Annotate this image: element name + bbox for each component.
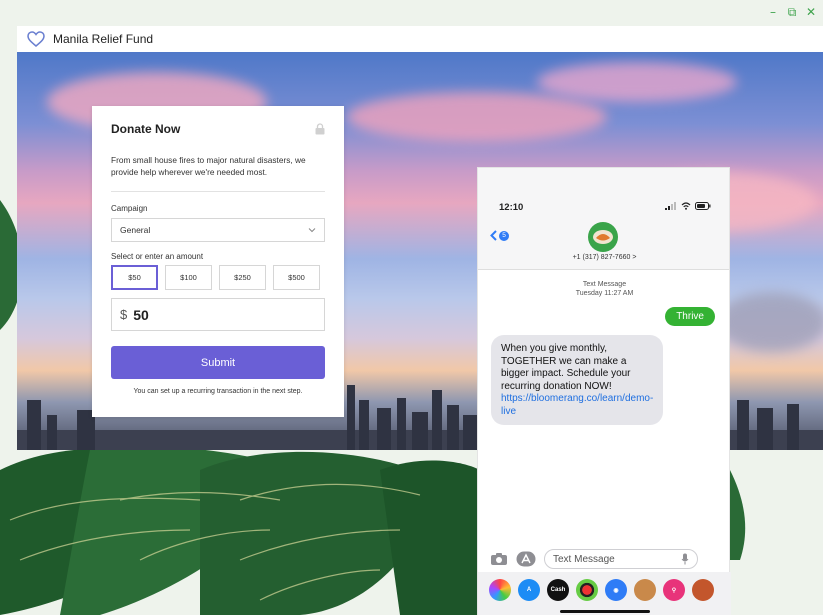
amount-option-500[interactable]: $500 (273, 265, 320, 290)
amount-options: $50 $100 $250 $500 (111, 265, 325, 290)
signal-icon (665, 202, 676, 210)
app-tray: A Cash ◉ ⚲ (478, 572, 731, 615)
compose-bar: Text Message (478, 546, 731, 572)
message-header: 12:10 5 +1 (317) 827-7660 > (478, 168, 729, 270)
submit-button[interactable]: Submit (111, 346, 325, 379)
microphone-icon[interactable] (681, 553, 689, 565)
battery-icon (695, 202, 711, 210)
campaign-label: Campaign (111, 204, 148, 213)
heart-icon (27, 31, 45, 47)
form-title: Donate Now (111, 122, 181, 136)
campaign-select[interactable]: General (111, 218, 325, 242)
divider (111, 191, 325, 192)
contact-avatar[interactable] (588, 222, 618, 252)
message-link[interactable]: https://bloomerang.co/learn/demo-live (501, 393, 654, 418)
activity-icon[interactable] (576, 579, 598, 601)
campaign-value: General (120, 225, 151, 235)
apple-cash-icon[interactable]: Cash (547, 579, 569, 601)
unread-badge: 5 (499, 230, 509, 241)
amount-option-50[interactable]: $50 (111, 265, 158, 290)
amount-input[interactable]: $ 50 (111, 298, 325, 331)
stickers-icon[interactable] (692, 579, 714, 601)
amount-option-100[interactable]: $100 (165, 265, 212, 290)
memoji-icon[interactable] (634, 579, 656, 601)
currency-symbol: $ (120, 307, 128, 322)
window-controls: – ⧉ ✕ (767, 6, 817, 18)
status-icons (665, 202, 711, 210)
lock-icon (315, 123, 325, 135)
wifi-icon (681, 202, 691, 210)
amount-value: 50 (133, 306, 149, 323)
amount-label: Select or enter an amount (111, 252, 204, 261)
app-title: Manila Relief Fund (53, 32, 154, 46)
app-store-icon[interactable] (516, 551, 536, 567)
app-store-tray-icon[interactable]: A (518, 579, 540, 601)
restore-button[interactable]: ⧉ (786, 6, 798, 18)
message-input[interactable]: Text Message (544, 549, 698, 569)
recurring-note: You can set up a recurring transaction i… (133, 388, 303, 395)
contact-number[interactable]: +1 (317) 827-7660 > (478, 254, 731, 261)
search-images-icon[interactable]: ⚲ (663, 579, 685, 601)
incoming-message: When you give monthly, TOGETHER we can m… (491, 335, 663, 425)
back-button[interactable]: 5 (490, 230, 509, 241)
amount-option-250[interactable]: $250 (219, 265, 266, 290)
close-button[interactable]: ✕ (805, 6, 817, 18)
chevron-left-icon (490, 230, 497, 241)
form-description: From small house fires to major natural … (111, 155, 306, 177)
chevron-down-icon (308, 228, 316, 233)
incoming-message-text: When you give monthly, TOGETHER we can m… (501, 343, 631, 392)
logo-icon (593, 230, 613, 244)
camera-icon[interactable] (490, 552, 508, 566)
phone-screen: 12:10 5 +1 (317) 827-7660 > Text Message… (477, 167, 731, 615)
home-indicator (560, 610, 650, 613)
outgoing-message: Thrive (665, 307, 715, 326)
minimize-button[interactable]: – (767, 6, 779, 18)
message-timestamp: Text Message Tuesday 11:27 AM (575, 281, 634, 297)
audio-icon[interactable]: ◉ (605, 579, 627, 601)
title-bar: Manila Relief Fund (17, 26, 823, 52)
donation-form-card: Donate Now From small house fires to maj… (92, 106, 344, 417)
status-time: 12:10 (499, 202, 524, 213)
photos-icon[interactable] (489, 579, 511, 601)
